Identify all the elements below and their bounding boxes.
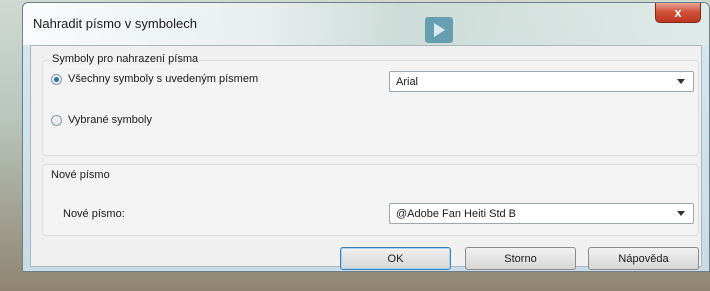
new-font-field-label: Nové písmo: bbox=[63, 208, 125, 220]
chevron-down-icon[interactable] bbox=[677, 79, 685, 84]
radio-selected-symbols[interactable]: Vybrané symboly bbox=[51, 114, 152, 126]
close-icon: x bbox=[674, 5, 682, 20]
radio-all-symbols-label[interactable]: Všechny symboly s uvedeným písmem bbox=[68, 73, 258, 85]
title-bar[interactable]: Nahradit písmo v symbolech x bbox=[23, 3, 709, 45]
dialog-client-area: Symboly pro nahrazení písma Všechny symb… bbox=[30, 45, 702, 270]
symbols-group: Symboly pro nahrazení písma Všechny symb… bbox=[42, 53, 699, 156]
radio-selected-symbols-label[interactable]: Vybrané symboly bbox=[68, 114, 152, 126]
new-font-select[interactable]: @Adobe Fan Heiti Std B bbox=[389, 203, 694, 224]
new-font-group: Nové písmo Nové písmo: @Adobe Fan Heiti … bbox=[42, 164, 699, 236]
cancel-button-label: Storno bbox=[504, 252, 537, 265]
radio-selected-symbols-indicator[interactable] bbox=[51, 114, 62, 126]
radio-all-symbols[interactable]: Všechny symboly s uvedeným písmem bbox=[51, 73, 258, 85]
source-font-select[interactable]: Arial bbox=[389, 71, 694, 92]
radio-all-symbols-indicator[interactable] bbox=[51, 73, 62, 85]
new-font-group-title: Nové písmo bbox=[51, 169, 110, 181]
background-app-icon bbox=[425, 17, 453, 43]
help-button[interactable]: Nápověda bbox=[588, 247, 699, 270]
chevron-down-icon[interactable] bbox=[677, 211, 685, 216]
cancel-button[interactable]: Storno bbox=[465, 247, 576, 270]
help-button-label: Nápověda bbox=[618, 252, 669, 265]
symbols-group-title: Symboly pro nahrazení písma bbox=[50, 53, 201, 65]
ok-button[interactable]: OK bbox=[340, 247, 451, 270]
new-font-value: @Adobe Fan Heiti Std B bbox=[396, 207, 517, 220]
ok-button-label: OK bbox=[387, 252, 404, 265]
dialog-window: Nahradit písmo v symbolech x Symboly pro… bbox=[22, 2, 710, 272]
window-title: Nahradit písmo v symbolech bbox=[33, 16, 198, 31]
close-button[interactable]: x bbox=[655, 3, 701, 23]
source-font-value: Arial bbox=[396, 75, 419, 88]
